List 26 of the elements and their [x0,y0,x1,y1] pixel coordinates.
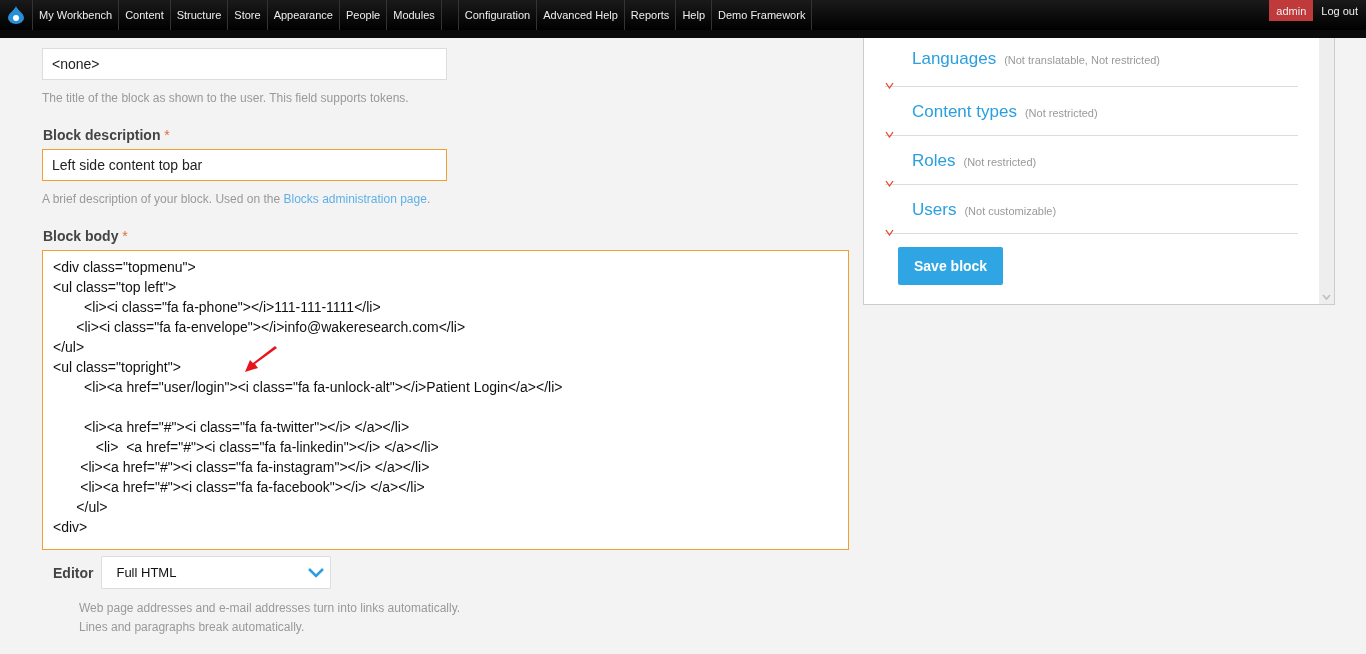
field-label: Block description * [43,127,171,143]
editor-select[interactable]: Full HTML [101,556,332,589]
chevron-icon [885,131,894,138]
section-summary: (Not customizable) [964,204,1057,217]
scroll-down-icon[interactable] [1322,294,1331,300]
field-label: Block body * [43,228,129,244]
editor-label: Editor [53,564,94,581]
field-hint: A brief description of your block. Used on the Blocks administration page. [42,192,432,206]
section-summary: (Not translatable, Not restricted) [1004,54,1161,66]
description-field[interactable]: Left side content top bar [42,149,447,181]
field-hint: The title of the block as shown to the user. This field supports tokens. [42,91,410,105]
body-field[interactable]: <div class="topmenu"> <ul class="top left"> <li><i class="fa fa-phone"></i>111-111-1111</li> <li><i class="fa fa-envelope"></i>info@wakeresearch.com</li> </ul> <ul class="topright"> <li><a href="user/login"><i class="fa fa-unlock-alt"></i>Patient Login</a></li> <li><a href="#"><i class="fa fa-twitter"></i> </a></li> <li> <a href="#"><i class="fa fa-linkedin"></i> </a></li> <li><a href="#"><i class="fa fa-instagram"></i> </a></li> <li><a href="#"><i class="fa fa-facebook"></i> </a></li> </ul> <div> [42,250,849,550]
user-link[interactable]: admin [1269,0,1314,21]
scrollbar[interactable] [1319,38,1334,304]
chevron-icon [885,82,894,89]
drop-logo-icon[interactable] [8,6,24,24]
section-summary: (Not restricted) [963,155,1037,168]
chevron-icon [885,229,894,236]
logout-link[interactable]: Log out [1313,0,1366,21]
section-summary: (Not restricted) [1024,106,1098,119]
format-tip: Lines and paragraphs break automatically. [79,620,306,634]
format-tip: Web page addresses and e-mail addresses turn into links automatically. [79,601,462,615]
pointer-arrow-icon [243,346,279,374]
chevron-icon [885,180,894,187]
title-field[interactable]: <none> [42,48,447,80]
chevron-down-icon [308,567,325,578]
